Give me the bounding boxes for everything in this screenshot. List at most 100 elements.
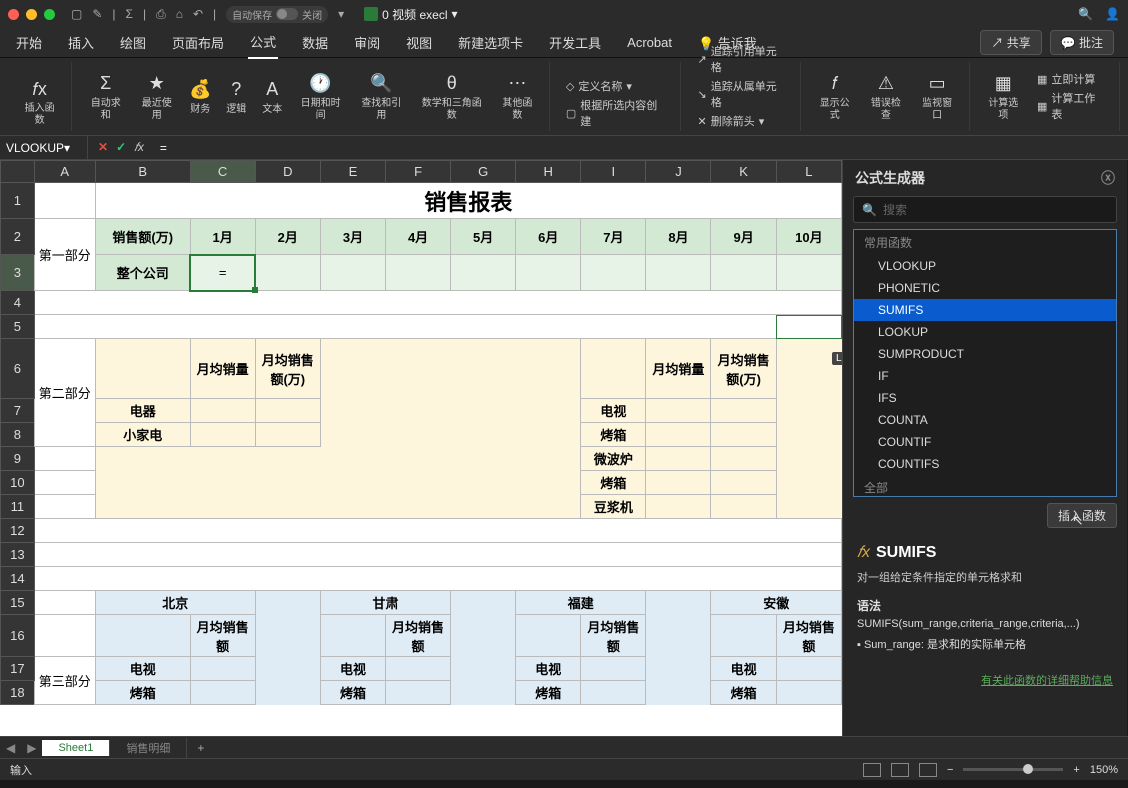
cell[interactable]: 烤箱	[581, 423, 646, 447]
cell[interactable]	[711, 615, 776, 657]
menu-acrobat[interactable]: Acrobat	[625, 29, 674, 56]
cell[interactable]	[34, 291, 841, 315]
row-header[interactable]: 6	[1, 339, 35, 399]
cell[interactable]	[386, 255, 451, 291]
maximize-window-icon[interactable]	[44, 9, 55, 20]
menu-review[interactable]: 审阅	[352, 27, 382, 58]
cell[interactable]	[320, 399, 580, 423]
share-button[interactable]: ↗ 共享	[980, 30, 1041, 55]
fn-item[interactable]: VLOOKUP	[854, 255, 1116, 277]
cell[interactable]	[34, 315, 776, 339]
cell[interactable]: 1月	[190, 219, 255, 255]
col-header[interactable]: E	[320, 161, 385, 183]
section-label[interactable]: 第一部分	[34, 219, 95, 291]
cell[interactable]	[255, 255, 320, 291]
fn-item[interactable]: PHONETIC	[854, 277, 1116, 299]
row-header[interactable]: 14	[1, 567, 35, 591]
cell[interactable]: 烤箱	[516, 681, 581, 705]
cell[interactable]: 6月	[516, 219, 581, 255]
cell[interactable]: 微波炉	[581, 447, 646, 471]
comments-button[interactable]: 💬 批注	[1050, 30, 1114, 55]
trace-dependents-button[interactable]: ↘ 追踪从属单元格	[697, 78, 786, 110]
menu-layout[interactable]: 页面布局	[170, 27, 226, 58]
watch-window-button[interactable]: ▭监视窗口	[914, 70, 961, 124]
financial-button[interactable]: 💰财务	[184, 76, 216, 118]
cell[interactable]	[776, 447, 841, 471]
function-list[interactable]: 常用函数 VLOOKUP PHONETIC SUMIFS LOOKUP SUMP…	[853, 229, 1117, 497]
cancel-icon[interactable]: ✕	[98, 140, 108, 155]
cell[interactable]	[34, 567, 841, 591]
cell[interactable]: 月均销量	[646, 339, 711, 399]
page-layout-view-icon[interactable]	[891, 763, 909, 777]
cell[interactable]: 电视	[581, 399, 646, 423]
cell[interactable]	[581, 255, 646, 291]
cell[interactable]	[646, 495, 711, 519]
row-header[interactable]: 2	[1, 219, 35, 255]
cell[interactable]	[581, 339, 646, 399]
fn-item[interactable]: COUNTIFS	[854, 453, 1116, 475]
col-header[interactable]: F	[386, 161, 451, 183]
autosum-button[interactable]: Σ自动求和	[82, 70, 129, 124]
cell[interactable]: 安徽	[711, 591, 842, 615]
fn-item[interactable]: COUNTA	[854, 409, 1116, 431]
cell[interactable]: 福建	[516, 591, 646, 615]
cell[interactable]: 7月	[581, 219, 646, 255]
cell[interactable]: 10月	[776, 219, 841, 255]
row-header[interactable]: 5	[1, 315, 35, 339]
row-header[interactable]: 15	[1, 591, 35, 615]
zoom-in-icon[interactable]: +	[1073, 764, 1079, 776]
title-cell[interactable]: 销售报表	[95, 183, 841, 219]
cell[interactable]	[386, 681, 451, 705]
cell[interactable]	[190, 657, 255, 681]
name-box[interactable]: VLOOKUP ▾	[0, 136, 88, 159]
cell[interactable]: 电视	[95, 657, 190, 681]
row-header[interactable]: 10	[1, 471, 35, 495]
fn-item[interactable]: COUNTIF	[854, 431, 1116, 453]
cell[interactable]	[34, 519, 841, 543]
search-icon[interactable]: 🔍	[1078, 7, 1093, 21]
more-fn-button[interactable]: ⋯其他函数	[494, 70, 541, 124]
page-break-view-icon[interactable]	[919, 763, 937, 777]
cell[interactable]: 月均销售额(万)	[711, 339, 776, 399]
cell[interactable]	[776, 315, 841, 339]
cell[interactable]	[711, 471, 776, 495]
show-formulas-button[interactable]: 𝑓显示公式	[811, 70, 858, 124]
row-header[interactable]: 18	[1, 681, 35, 705]
error-check-button[interactable]: ⚠错误检查	[862, 70, 909, 124]
cell[interactable]	[451, 255, 516, 291]
cell[interactable]: 月均销售额	[776, 615, 841, 657]
cell[interactable]: 2月	[255, 219, 320, 255]
menu-draw[interactable]: 绘图	[118, 27, 148, 58]
text-button[interactable]: A文本	[256, 76, 288, 118]
menu-insert[interactable]: 插入	[66, 27, 96, 58]
row-header[interactable]: 16	[1, 615, 35, 657]
fn-item[interactable]: SUMPRODUCT	[854, 343, 1116, 365]
create-from-selection-button[interactable]: ▢ 根据所选内容创建	[566, 97, 667, 129]
cell[interactable]	[190, 423, 255, 447]
row-header[interactable]: 8	[1, 423, 35, 447]
cell[interactable]	[320, 615, 385, 657]
row-header[interactable]: 11	[1, 495, 35, 519]
sheet-tab-active[interactable]: Sheet1	[42, 740, 110, 756]
col-header[interactable]: K	[711, 161, 776, 183]
row-header[interactable]: 3	[1, 255, 35, 291]
cell[interactable]	[386, 657, 451, 681]
fn-item-selected[interactable]: SUMIFS	[854, 299, 1116, 321]
cell[interactable]: 电视	[320, 657, 385, 681]
cell[interactable]	[190, 681, 255, 705]
home-icon[interactable]: ⌂	[176, 7, 183, 21]
calc-options-button[interactable]: ▦计算选项	[980, 70, 1027, 124]
minimize-window-icon[interactable]	[26, 9, 37, 20]
cell[interactable]: 3月	[320, 219, 385, 255]
close-icon[interactable]: ⓧ	[1101, 168, 1115, 188]
col-header[interactable]: J	[646, 161, 711, 183]
cell[interactable]	[95, 471, 580, 495]
confirm-icon[interactable]: ✓	[116, 140, 126, 155]
insert-function-button[interactable]: 插入函数 ↖	[1047, 503, 1117, 528]
cell[interactable]: 烤箱	[711, 681, 776, 705]
cell[interactable]	[711, 447, 776, 471]
sum-icon[interactable]: Σ	[126, 7, 133, 21]
row-header[interactable]: 13	[1, 543, 35, 567]
zoom-out-icon[interactable]: −	[947, 764, 953, 776]
cell[interactable]: 烤箱	[320, 681, 385, 705]
